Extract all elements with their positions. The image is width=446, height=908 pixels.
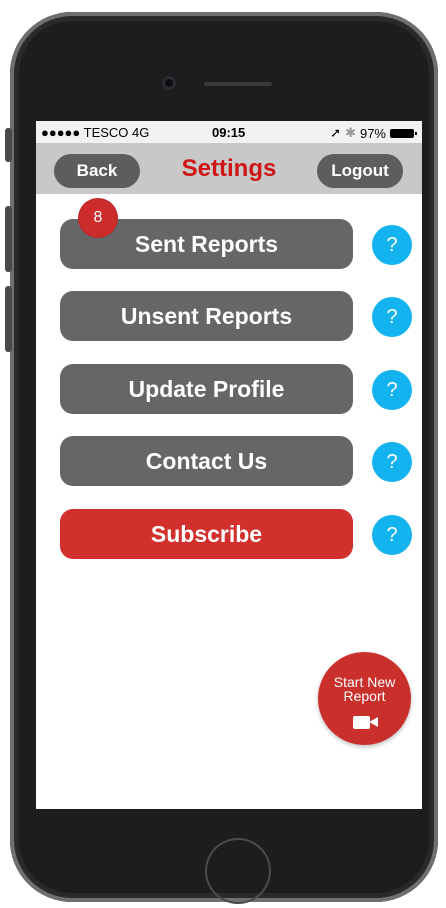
sent-reports-count-badge: 8 [79, 199, 117, 237]
help-icon-sent-reports[interactable]: ? [372, 225, 412, 265]
app-screen: ●●●●● TESCO 4G 09:15 ➚ ✱ 97% Back Settin… [36, 121, 422, 809]
help-icon-contact-us[interactable]: ? [372, 442, 412, 482]
mute-switch [5, 128, 12, 162]
contact-us-button[interactable]: Contact Us [60, 436, 353, 486]
status-indicators: ➚ ✱ 97% [330, 125, 417, 141]
bluetooth-icon: ✱ [345, 125, 356, 140]
home-button[interactable] [205, 838, 271, 904]
volume-down-button [5, 286, 12, 352]
location-icon: ➚ [330, 125, 342, 140]
fab-label-line2: Report [343, 688, 386, 704]
help-icon-subscribe[interactable]: ? [372, 515, 412, 555]
carrier-label: ●●●●● TESCO 4G [41, 125, 150, 140]
help-icon-update-profile[interactable]: ? [372, 370, 412, 410]
video-camera-icon [353, 716, 378, 729]
battery-icon [390, 128, 417, 138]
logout-button[interactable]: Logout [317, 154, 403, 188]
update-profile-button[interactable]: Update Profile [60, 364, 353, 414]
battery-percent: 97% [359, 125, 386, 141]
start-new-report-label: Start New Report [318, 675, 411, 703]
clock: 09:15 [212, 125, 246, 140]
unsent-reports-button[interactable]: Unsent Reports [60, 291, 353, 341]
front-camera [162, 76, 176, 90]
fab-label-line1: Start New [333, 674, 396, 690]
status-bar: ●●●●● TESCO 4G 09:15 ➚ ✱ 97% [36, 121, 422, 143]
subscribe-button[interactable]: Subscribe [60, 509, 353, 559]
help-icon-unsent-reports[interactable]: ? [372, 297, 412, 337]
start-new-report-button[interactable]: Start New Report [318, 652, 411, 745]
volume-up-button [5, 206, 12, 272]
navigation-bar: Back Settings Logout [36, 143, 422, 194]
earpiece-speaker [204, 82, 272, 86]
